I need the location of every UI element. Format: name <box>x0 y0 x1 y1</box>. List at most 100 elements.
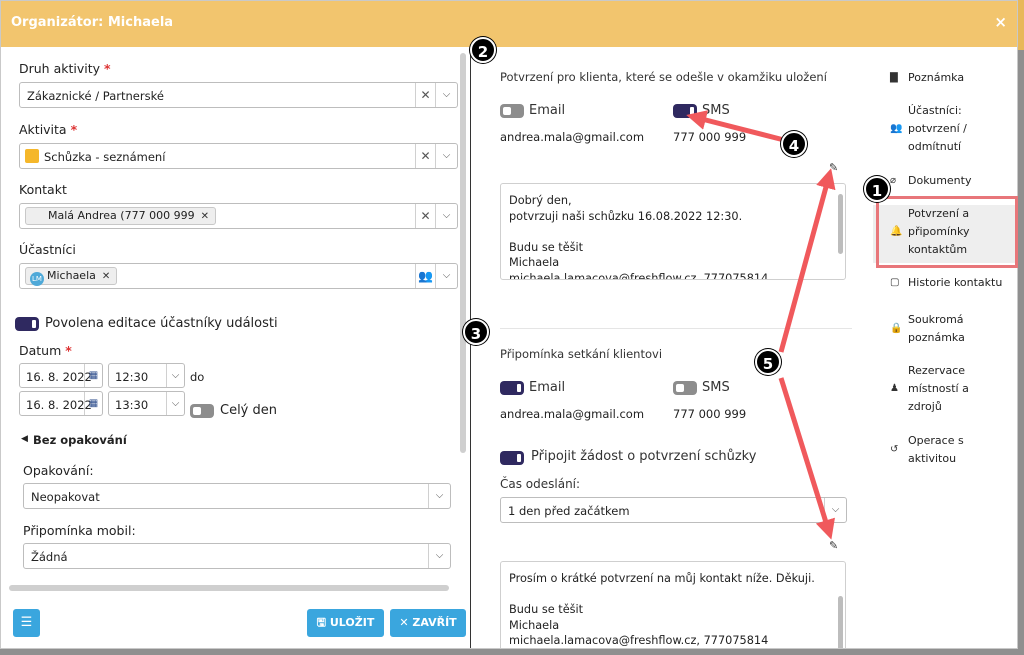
attach-confirmation-toggle[interactable] <box>500 451 524 465</box>
repeat-toggle-label[interactable]: Bez opakování <box>33 433 127 447</box>
message-line: Michaela <box>509 256 560 269</box>
start-time-input[interactable]: 12:30 ⌵ <box>108 363 185 388</box>
clear-icon[interactable]: ✕ <box>415 144 435 168</box>
send-time-select[interactable]: 1 den před začátkem ⌵ <box>500 497 847 523</box>
date-label: Datum * <box>19 343 72 358</box>
message-line: michaela.lamacova@freshflow.cz, 77707581… <box>509 271 769 280</box>
contact-select[interactable]: Malá Andrea (777 000 999 ✕ ✕ ⌵ <box>19 203 458 229</box>
people-settings-icon[interactable]: 👥 <box>415 264 435 288</box>
close-icon: ✕ <box>399 616 413 629</box>
reminder-email-address: andrea.mala@gmail.com <box>500 407 645 421</box>
activity-select[interactable]: Schůzka - seznámení ✕ ⌵ <box>19 143 458 169</box>
paperclip-icon: ⌀ <box>890 175 897 186</box>
clear-icon[interactable]: ✕ <box>415 83 435 107</box>
chevron-down-icon[interactable]: ⌵ <box>166 392 184 415</box>
remove-chip-icon[interactable]: ✕ <box>201 211 209 222</box>
reminder-heading: Připomínka setkání klientovi <box>500 347 663 361</box>
step-badge-4: 4 <box>781 131 807 157</box>
confirmation-email-toggle[interactable] <box>500 104 524 118</box>
activity-type-label: Druh aktivity * <box>19 61 111 76</box>
repeat-label: Opakování: <box>23 463 94 478</box>
step-badge-3: 3 <box>463 319 489 345</box>
reminder-sms-label: SMS <box>702 380 730 395</box>
sidebar-item-6[interactable]: 🔒 Soukromá poznámka <box>873 311 1017 347</box>
message-line <box>509 224 837 240</box>
end-time-input[interactable]: 13:30 ⌵ <box>108 391 185 416</box>
sidebar-item-3[interactable]: ⌀ Dokumenty <box>873 172 1017 190</box>
caret-left-icon[interactable]: ◀ <box>21 434 28 444</box>
chevron-down-icon[interactable]: ⌵ <box>435 204 457 228</box>
end-date-input[interactable]: 16. 8. 2022 ▦ <box>19 391 103 416</box>
chevron-down-icon[interactable]: ⌵ <box>428 544 450 568</box>
reminder-email-toggle[interactable] <box>500 381 524 395</box>
message-line: Prosím o krátké potvrzení na můj kontakt… <box>509 572 815 585</box>
form-horizontal-scrollbar[interactable] <box>9 585 449 591</box>
close-icon[interactable]: × <box>994 13 1007 31</box>
step-badge-5: 5 <box>755 349 781 375</box>
attach-confirmation-label: Připojit žádost o potvrzení schůzky <box>531 449 757 464</box>
sidebar-item-2[interactable]: 👥 Účastníci: potvrzení / odmítnutí <box>873 102 1017 156</box>
participants-label: Účastníci <box>19 242 76 257</box>
pencil-icon[interactable]: ✎ <box>829 539 838 552</box>
lock-icon: 🔒 <box>890 323 903 334</box>
clear-icon[interactable]: ✕ <box>415 204 435 228</box>
sidebar-item-label: Historie kontaktu <box>908 276 1003 289</box>
save-icon: 🖫 <box>316 616 330 629</box>
step-badge-2: 2 <box>470 37 496 63</box>
reminder-sms-toggle[interactable] <box>673 381 697 395</box>
textarea-scrollbar[interactable] <box>838 194 843 254</box>
activity-type-select[interactable]: Zákaznické / Partnerské ✕ ⌵ <box>19 82 458 108</box>
activity-color-swatch <box>25 149 39 163</box>
contact-label: Kontakt <box>19 182 67 197</box>
save-button[interactable]: 🖫 ULOŽIT <box>307 609 384 637</box>
confirmation-email-address: andrea.mala@gmail.com <box>500 130 645 144</box>
activity-label: Aktivita * <box>19 122 78 137</box>
sidebar-item-label: Operace s aktivitou <box>908 434 964 465</box>
chevron-down-icon[interactable]: ⌵ <box>428 484 450 508</box>
confirmation-sms-toggle[interactable] <box>673 104 697 118</box>
calendar-icon[interactable]: ▦ <box>84 392 102 415</box>
chevron-down-icon[interactable]: ⌵ <box>435 144 457 168</box>
calendar-icon[interactable]: ▦ <box>84 364 102 387</box>
remove-chip-icon[interactable]: ✕ <box>102 271 110 282</box>
confirmation-heading: Potvrzení pro klienta, které se odešle v… <box>500 70 827 84</box>
reminder-email-label: Email <box>529 380 566 395</box>
message-line: Budu se těšit <box>509 240 584 254</box>
highlight-box <box>876 196 1018 268</box>
menu-button[interactable]: ☰ <box>13 609 40 637</box>
participant-chip: LM Michaela ✕ <box>25 267 118 286</box>
chevron-down-icon[interactable]: ⌵ <box>435 83 457 107</box>
sidebar-item-label: Poznámka <box>908 71 965 84</box>
send-time-label: Čas odeslání: <box>500 477 581 491</box>
participants-select[interactable]: LM Michaela ✕ 👥 ⌵ <box>19 263 458 289</box>
pencil-icon[interactable]: ✎ <box>829 161 838 174</box>
sidebar-item-label: Rezervace místností a zdrojů <box>908 364 969 413</box>
presenter-icon: ♟ <box>890 383 899 394</box>
chevron-down-icon[interactable]: ⌵ <box>166 364 184 387</box>
sidebar-item-1[interactable]: ▇ Poznámka <box>873 69 1017 87</box>
close-button[interactable]: ✕ ZAVŘÍT <box>390 609 466 637</box>
sidebar-item-8[interactable]: ↺ Operace s aktivitou <box>873 432 1017 468</box>
activity-form: Druh aktivity * Zákaznické / Partnerské … <box>1 47 471 648</box>
start-date-input[interactable]: 16. 8. 2022 ▦ <box>19 363 103 388</box>
sidebar-item-5[interactable]: ▢ Historie kontaktu <box>873 274 1017 292</box>
edit-permission-label: Povolena editace účastníky události <box>45 316 278 331</box>
form-vertical-scrollbar[interactable] <box>460 53 466 453</box>
edit-permission-toggle[interactable] <box>15 317 39 331</box>
sidebar-item-7[interactable]: ♟ Rezervace místností a zdrojů <box>873 362 1017 416</box>
sidebar-item-label: Dokumenty <box>908 174 972 187</box>
message-line: potvrzuji naši schůzku 16.08.2022 12:30. <box>509 209 743 223</box>
people-icon: 👥 <box>890 123 903 134</box>
mobile-reminder-select[interactable]: Žádná ⌵ <box>23 543 451 569</box>
all-day-toggle[interactable] <box>190 404 214 418</box>
reminder-message-textarea[interactable]: Prosím o krátké potvrzení na můj kontakt… <box>500 561 846 648</box>
reminder-phone: 777 000 999 <box>673 407 747 421</box>
confirmation-message-textarea[interactable]: Dobrý den, potvrzuji naši schůzku 16.08.2… <box>500 183 846 280</box>
chevron-down-icon[interactable]: ⌵ <box>824 498 846 522</box>
chevron-down-icon[interactable]: ⌵ <box>435 264 457 288</box>
repeat-select[interactable]: Neopakovat ⌵ <box>23 483 451 509</box>
modal-header: Organizátor: Michaela × <box>1 1 1017 47</box>
message-line <box>509 587 837 603</box>
message-line: michaela.lamacova@freshflow.cz, 77707581… <box>509 634 769 647</box>
textarea-scrollbar[interactable] <box>838 596 843 648</box>
